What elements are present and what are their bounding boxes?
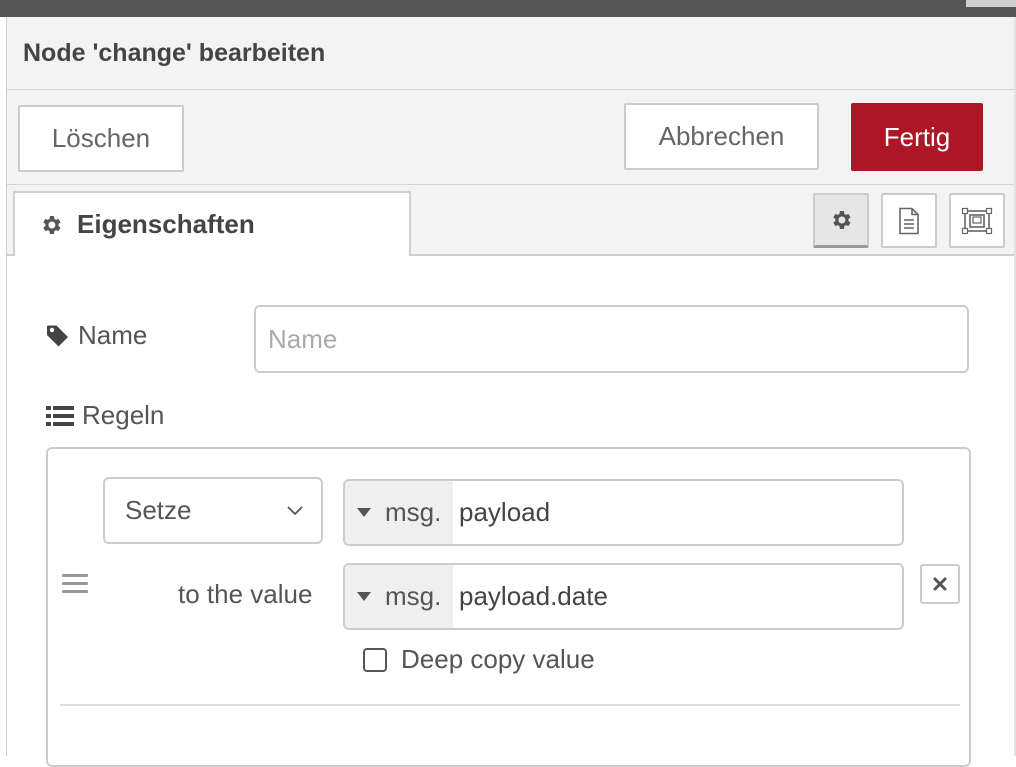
target-property-value[interactable]: payload: [453, 481, 902, 544]
action-select[interactable]: Setze: [103, 477, 323, 544]
name-label: Name: [78, 320, 148, 350]
deep-copy-row: Deep copy value: [363, 644, 595, 675]
gear-icon: [43, 215, 61, 234]
deep-copy-label: Deep copy value: [401, 644, 595, 674]
value-type-label: msg.: [385, 581, 442, 611]
value-input[interactable]: msg. payload.date: [343, 563, 904, 630]
drag-handle-icon[interactable]: [62, 574, 88, 594]
name-label-row: Name: [46, 320, 147, 351]
appearance-tab-button[interactable]: [949, 193, 1005, 248]
rules-list: Setze msg. payload to the value msg. pay…: [46, 447, 971, 767]
caret-down-icon: [357, 508, 371, 517]
settings-tab-button[interactable]: [813, 193, 869, 248]
caret-down-icon: [357, 592, 371, 601]
target-type-label: msg.: [385, 497, 442, 527]
rule-divider: [60, 704, 960, 706]
dialog-toolbar: Löschen Abbrechen Fertig: [7, 90, 1014, 185]
tag-icon: [47, 325, 68, 346]
rules-label: Regeln: [82, 400, 165, 430]
dialog-header: Node 'change' bearbeiten: [7, 17, 1014, 90]
dialog-title: Node 'change' bearbeiten: [23, 39, 326, 67]
top-bar-handle: [966, 0, 1016, 7]
rules-label-row: Regeln: [46, 400, 164, 431]
value-property-value[interactable]: payload.date: [453, 565, 902, 628]
description-tab-button[interactable]: [881, 193, 937, 248]
done-button[interactable]: Fertig: [851, 103, 983, 171]
chevron-down-icon: [287, 505, 303, 515]
document-icon: [899, 207, 919, 234]
tab-properties-label: Eigenschaften: [77, 209, 255, 239]
appearance-icon: [961, 207, 993, 234]
value-type-button[interactable]: msg.: [345, 565, 453, 628]
cancel-button[interactable]: Abbrechen: [624, 103, 819, 170]
tab-properties[interactable]: Eigenschaften: [13, 191, 411, 256]
target-type-button[interactable]: msg.: [345, 481, 453, 544]
target-property-input[interactable]: msg. payload: [343, 479, 904, 546]
gear-icon: [833, 211, 851, 229]
remove-rule-button[interactable]: [920, 564, 960, 604]
delete-button[interactable]: Löschen: [18, 105, 184, 172]
to-value-label: to the value: [178, 579, 313, 609]
close-icon: [933, 577, 947, 591]
deep-copy-checkbox[interactable]: [363, 647, 387, 672]
tab-bar: Eigenschaften: [7, 185, 1014, 256]
action-select-value: Setze: [125, 495, 192, 525]
top-bar: [0, 0, 1016, 17]
name-input[interactable]: [254, 305, 969, 373]
list-icon: [46, 405, 74, 426]
